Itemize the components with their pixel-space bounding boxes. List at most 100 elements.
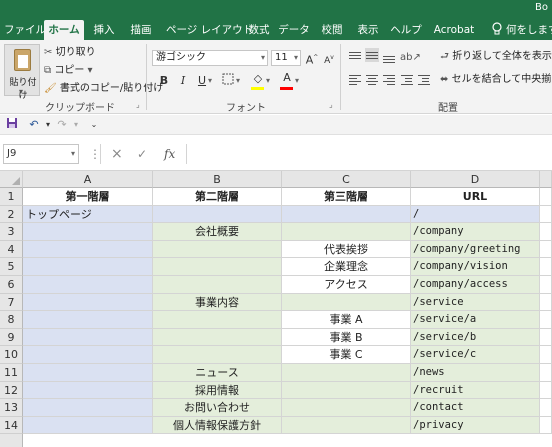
cell-c9[interactable]: 事業 B <box>282 328 411 347</box>
cell-d2[interactable]: / <box>411 205 540 224</box>
bold-button[interactable]: B <box>156 73 172 89</box>
cell-c1[interactable]: 第三階層 <box>282 188 411 206</box>
name-box[interactable]: J9 ▾ <box>3 144 79 164</box>
borders-button[interactable] <box>220 73 236 89</box>
cell-d10[interactable]: /service/c <box>411 346 540 364</box>
select-all-corner[interactable] <box>0 171 23 188</box>
cell-e4[interactable] <box>540 240 552 259</box>
column-header-b[interactable]: B <box>153 171 282 188</box>
cell-a5[interactable] <box>23 258 153 276</box>
cell-a13[interactable] <box>23 399 153 417</box>
row-header-6[interactable]: 6 <box>0 276 23 294</box>
chevron-down-icon[interactable]: ▾ <box>236 76 240 85</box>
align-left-button[interactable] <box>348 73 362 87</box>
chevron-down-icon[interactable]: ▾ <box>208 76 212 85</box>
cell-c2[interactable] <box>282 205 411 224</box>
cell-e6[interactable] <box>540 276 552 294</box>
enter-icon[interactable]: ✓ <box>137 144 147 164</box>
row-header-2[interactable]: 2 <box>0 205 23 224</box>
cell-d6[interactable]: /company/access <box>411 276 540 294</box>
cell-e3[interactable] <box>540 223 552 241</box>
cell-c8[interactable]: 事業 A <box>282 311 411 329</box>
column-header-e[interactable] <box>540 171 552 188</box>
row-header-13[interactable]: 13 <box>0 399 23 417</box>
tab-file[interactable]: ファイル <box>4 20 46 40</box>
cell-b3[interactable]: 会社概要 <box>153 223 282 241</box>
cell-d14[interactable]: /privacy <box>411 416 540 435</box>
row-header-4[interactable]: 4 <box>0 240 23 259</box>
cell-d4[interactable]: /company/greeting <box>411 240 540 259</box>
cell-c7[interactable] <box>282 293 411 312</box>
cell-e13[interactable] <box>540 399 552 417</box>
cell-e9[interactable] <box>540 328 552 347</box>
cell-b12[interactable]: 採用情報 <box>153 381 282 400</box>
cell-c6[interactable]: アクセス <box>282 276 411 294</box>
cell-b4[interactable] <box>153 240 282 259</box>
formula-input[interactable] <box>186 144 552 164</box>
row-header-12[interactable]: 12 <box>0 381 23 400</box>
font-size-select[interactable]: 11 ▾ <box>271 50 301 66</box>
cell-a12[interactable] <box>23 381 153 400</box>
cell-e7[interactable] <box>540 293 552 312</box>
cell-c11[interactable] <box>282 364 411 382</box>
cell-d5[interactable]: /company/vision <box>411 258 540 276</box>
cell-b5[interactable] <box>153 258 282 276</box>
cell-a1[interactable]: 第一階層 <box>23 188 153 206</box>
cell-b8[interactable] <box>153 311 282 329</box>
cell-a8[interactable] <box>23 311 153 329</box>
chevron-down-icon[interactable]: ▾ <box>295 76 299 85</box>
dialog-launcher-icon[interactable]: ⌟ <box>329 100 333 109</box>
tab-home[interactable]: ホーム <box>44 20 84 40</box>
cell-b9[interactable] <box>153 328 282 347</box>
cell-e5[interactable] <box>540 258 552 276</box>
save-icon[interactable] <box>4 117 20 133</box>
cell-b6[interactable] <box>153 276 282 294</box>
cell-b13[interactable]: お問い合わせ <box>153 399 282 417</box>
cell-d11[interactable]: /news <box>411 364 540 382</box>
decrease-indent-button[interactable] <box>400 73 414 87</box>
cell-a4[interactable] <box>23 240 153 259</box>
cell-d8[interactable]: /service/a <box>411 311 540 329</box>
increase-indent-button[interactable] <box>417 73 431 87</box>
copy-button[interactable]: ⧉ コピー ▾ <box>44 64 93 78</box>
row-header-7[interactable]: 7 <box>0 293 23 312</box>
row-header-9[interactable]: 9 <box>0 328 23 347</box>
cell-e2[interactable] <box>540 205 552 224</box>
wrap-text-button[interactable]: ⮐ 折り返して全体を表示す <box>440 50 552 64</box>
row-header-1[interactable]: 1 <box>0 188 23 206</box>
italic-button[interactable]: I <box>175 73 191 89</box>
dialog-launcher-icon[interactable]: ⌟ <box>136 100 140 109</box>
cell-c5[interactable]: 企業理念 <box>282 258 411 276</box>
cell-b11[interactable]: ニュース <box>153 364 282 382</box>
cancel-icon[interactable]: × <box>111 144 123 164</box>
align-right-button[interactable] <box>382 73 396 87</box>
tab-data[interactable]: データ <box>278 20 310 40</box>
shrink-font-button[interactable]: Av <box>321 50 337 66</box>
tab-view[interactable]: 表示 <box>354 20 382 40</box>
cell-d9[interactable]: /service/b <box>411 328 540 347</box>
column-header-c[interactable]: C <box>282 171 411 188</box>
cell-a9[interactable] <box>23 328 153 347</box>
cell-e14[interactable] <box>540 416 552 435</box>
insert-function-icon[interactable]: fx <box>164 144 175 164</box>
cell-d7[interactable]: /service <box>411 293 540 312</box>
tab-page-layout[interactable]: ページ レイアウト <box>166 20 253 40</box>
cell-a11[interactable] <box>23 364 153 382</box>
row-header-10[interactable]: 10 <box>0 346 23 364</box>
grow-font-button[interactable]: A^ <box>304 50 320 67</box>
cell-b1[interactable]: 第二階層 <box>153 188 282 206</box>
cell-d13[interactable]: /contact <box>411 399 540 417</box>
column-header-d[interactable]: D <box>411 171 540 188</box>
cell-b10[interactable] <box>153 346 282 364</box>
font-color-button[interactable]: A <box>279 70 295 86</box>
font-name-select[interactable]: 游ゴシック ▾ <box>152 50 268 66</box>
cell-a3[interactable] <box>23 223 153 241</box>
cell-d3[interactable]: /company <box>411 223 540 241</box>
cell-a7[interactable] <box>23 293 153 312</box>
cell-c3[interactable] <box>282 223 411 241</box>
paste-button[interactable]: 貼り付け ▾ <box>4 44 40 101</box>
tab-draw[interactable]: 描画 <box>126 20 156 40</box>
fill-color-button[interactable]: ◇ <box>250 71 266 87</box>
cell-e10[interactable] <box>540 346 552 364</box>
cell-d12[interactable]: /recruit <box>411 381 540 400</box>
